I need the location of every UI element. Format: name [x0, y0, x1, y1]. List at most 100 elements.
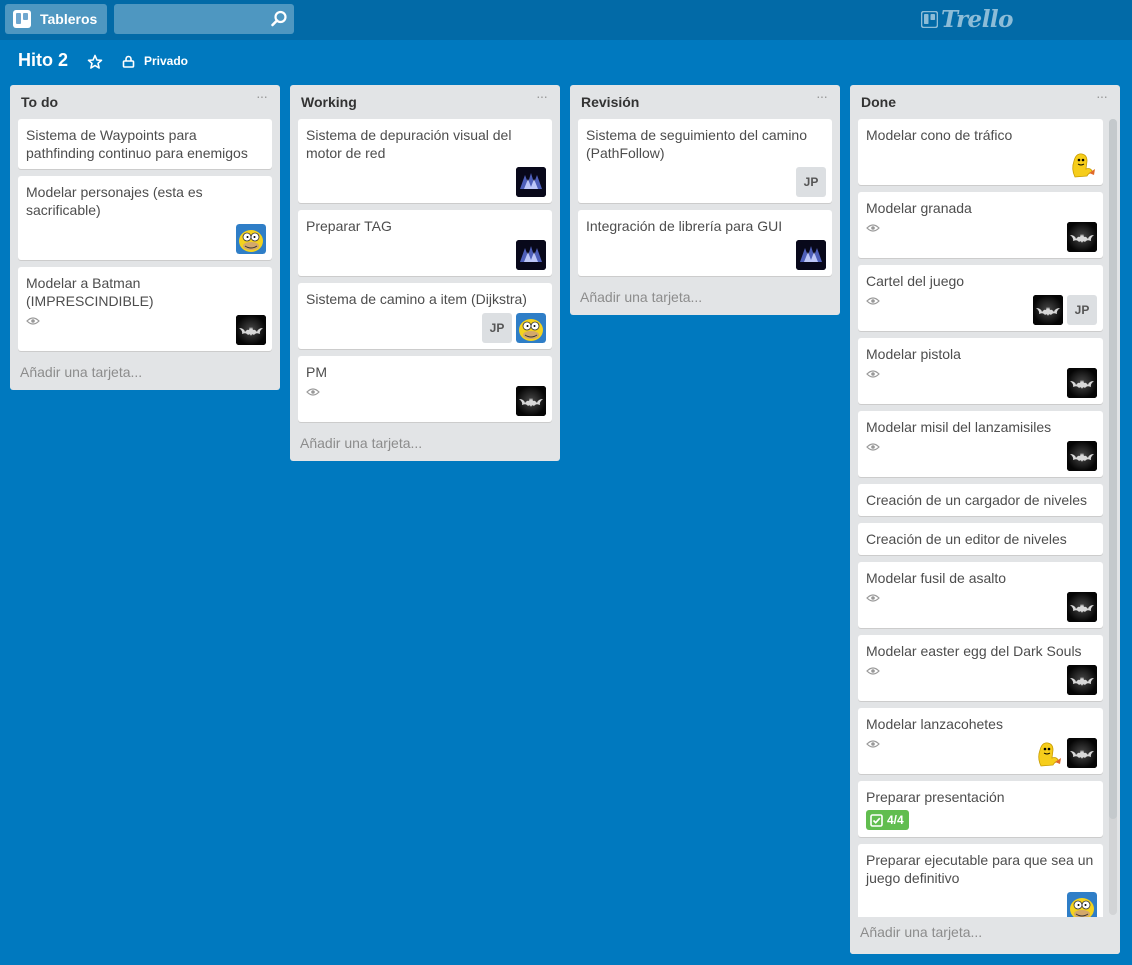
card[interactable]: Modelar fusil de asalto: [858, 562, 1103, 628]
checkbox-icon: [870, 813, 883, 827]
card-title: Sistema de Waypoints para pathfinding co…: [26, 127, 248, 161]
card[interactable]: Modelar granada: [858, 192, 1103, 258]
add-card-link[interactable]: Añadir una tarjeta...: [290, 429, 560, 461]
avatar-jp[interactable]: JP: [796, 167, 826, 197]
card[interactable]: Creación de un editor de niveles: [858, 523, 1103, 555]
card-title: Sistema de seguimiento del camino (PathF…: [586, 127, 808, 161]
avatar-yellow-character[interactable]: [1033, 738, 1063, 768]
scrollbar-thumb[interactable]: [1109, 119, 1117, 819]
card[interactable]: Modelar cono de tráfico: [858, 119, 1103, 185]
list-done: Done ··· Modelar cono de tráfico Modelar…: [850, 85, 1120, 954]
list-title[interactable]: Done: [861, 94, 896, 110]
list-header: Working ···: [290, 85, 560, 117]
avatar-batman[interactable]: [1067, 738, 1097, 768]
avatar-homer[interactable]: [516, 313, 546, 343]
card[interactable]: Modelar easter egg del Dark Souls: [858, 635, 1103, 701]
avatar-batman[interactable]: [516, 386, 546, 416]
star-icon[interactable]: [87, 54, 103, 70]
watch-eye-icon: [26, 317, 40, 325]
avatar-yellow-character[interactable]: [1067, 149, 1097, 179]
card[interactable]: Preparar presentación 4/4: [858, 781, 1103, 837]
boards-button[interactable]: Tableros: [5, 4, 107, 34]
watch-eye-icon: [866, 667, 880, 675]
card[interactable]: Preparar TAG: [298, 210, 552, 276]
card[interactable]: Sistema de depuración visual del motor d…: [298, 119, 552, 203]
checklist-count: 4/4: [887, 813, 904, 827]
search-icon[interactable]: [270, 10, 288, 28]
search-input[interactable]: [114, 4, 294, 34]
card[interactable]: Cartel del juego JP: [858, 265, 1103, 331]
card-title: Modelar misil del lanzamisiles: [866, 419, 1052, 435]
avatar-batman-blue[interactable]: [796, 240, 826, 270]
card-title: Modelar pistola: [866, 346, 961, 362]
top-bar: Tableros Trello: [0, 0, 1132, 40]
watch-eye-icon: [306, 388, 320, 396]
avatar-batman-blue[interactable]: [516, 167, 546, 197]
card[interactable]: Preparar ejecutable para que sea un jueg…: [858, 844, 1103, 917]
card[interactable]: Modelar lanzacohetes: [858, 708, 1103, 774]
card-title: Preparar ejecutable para que sea un jueg…: [866, 852, 1094, 886]
list-title[interactable]: To do: [21, 94, 58, 110]
list-title[interactable]: Revisión: [581, 94, 639, 110]
card-title: PM: [306, 364, 327, 380]
card-title: Modelar cono de tráfico: [866, 127, 1013, 143]
avatar-jp[interactable]: JP: [1067, 295, 1097, 325]
watch-eye-icon: [866, 297, 880, 305]
list-revision: Revisión ··· Sistema de seguimiento del …: [570, 85, 840, 315]
card[interactable]: Sistema de camino a item (Dijkstra) JP: [298, 283, 552, 349]
avatar-batman[interactable]: [1067, 592, 1097, 622]
list-header: To do ···: [10, 85, 280, 117]
watch-eye-icon: [866, 370, 880, 378]
card[interactable]: Modelar personajes (esta es sacrificable…: [18, 176, 272, 260]
watch-eye-icon: [866, 740, 880, 748]
card[interactable]: Modelar misil del lanzamisiles: [858, 411, 1103, 477]
scrollbar[interactable]: [1109, 119, 1117, 915]
avatar-batman[interactable]: [1067, 441, 1097, 471]
avatar-homer[interactable]: [236, 224, 266, 254]
boards-label: Tableros: [40, 11, 98, 27]
avatar-jp[interactable]: JP: [482, 313, 512, 343]
avatar-batman[interactable]: [236, 315, 266, 345]
card[interactable]: Sistema de seguimiento del camino (PathF…: [578, 119, 832, 203]
list-menu-icon[interactable]: ···: [816, 89, 830, 105]
avatar-batman[interactable]: [1067, 665, 1097, 695]
lock-icon: [122, 55, 135, 68]
watch-eye-icon: [866, 594, 880, 602]
card[interactable]: Sistema de Waypoints para pathfinding co…: [18, 119, 272, 169]
list-menu-icon[interactable]: ···: [256, 89, 270, 105]
card-title: Preparar presentación: [866, 789, 1005, 805]
card-title: Modelar fusil de asalto: [866, 570, 1007, 586]
card[interactable]: Modelar a Batman (IMPRESCINDIBLE): [18, 267, 272, 351]
card-title: Modelar a Batman (IMPRESCINDIBLE): [26, 275, 154, 309]
add-card-link[interactable]: Añadir una tarjeta...: [10, 358, 280, 390]
done-cards-scroll-area: Modelar cono de tráfico Modelar granada …: [850, 117, 1120, 917]
trello-logo[interactable]: Trello: [921, 5, 1014, 33]
avatar-homer[interactable]: [1067, 892, 1097, 917]
card[interactable]: Creación de un cargador de niveles: [858, 484, 1103, 516]
add-card-link[interactable]: Añadir una tarjeta...: [570, 283, 840, 315]
avatar-batman-blue[interactable]: [516, 240, 546, 270]
board-title[interactable]: Hito 2: [18, 50, 68, 71]
logo-text: Trello: [941, 5, 1014, 33]
list-header: Done ···: [850, 85, 1120, 117]
list-menu-icon[interactable]: ···: [1096, 89, 1110, 105]
avatar-batman[interactable]: [1033, 295, 1063, 325]
card[interactable]: PM: [298, 356, 552, 422]
list-title[interactable]: Working: [301, 94, 357, 110]
card[interactable]: Modelar pistola: [858, 338, 1103, 404]
card-title: Creación de un cargador de niveles: [866, 492, 1088, 508]
card-title: Cartel del juego: [866, 273, 965, 289]
list-todo: To do ··· Sistema de Waypoints para path…: [10, 85, 280, 390]
boards-icon: [13, 10, 31, 28]
card-title: Creación de un editor de niveles: [866, 531, 1067, 547]
checklist-badge: 4/4: [866, 810, 909, 830]
privacy-label: Privado: [144, 54, 189, 68]
list-menu-icon[interactable]: ···: [536, 89, 550, 105]
privacy-button[interactable]: Privado: [122, 54, 188, 68]
avatar-batman[interactable]: [1067, 222, 1097, 252]
avatar-batman[interactable]: [1067, 368, 1097, 398]
card-title: Modelar easter egg del Dark Souls: [866, 643, 1082, 659]
card-title: Sistema de depuración visual del motor d…: [306, 127, 512, 161]
card[interactable]: Integración de librería para GUI: [578, 210, 832, 276]
add-card-link[interactable]: Añadir una tarjeta...: [850, 918, 1120, 954]
